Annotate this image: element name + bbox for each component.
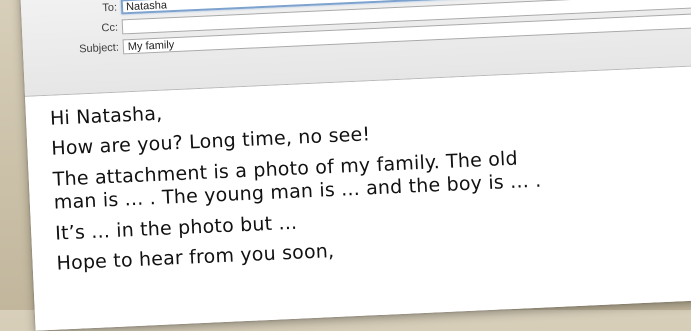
to-label: To:	[102, 1, 118, 15]
message-body[interactable]: Hi Natasha, How are you? Long time, no s…	[25, 65, 691, 331]
body-line: How are you? Long time, no see!	[50, 123, 371, 160]
body-line: Hi Natasha,	[49, 102, 163, 130]
body-line: It’s ... in the photo but ...	[54, 211, 298, 245]
email-compose-window: To: Natasha Cc: Subject: My family Hi Na…	[20, 0, 691, 331]
body-line: Hope to hear from you soon,	[56, 240, 335, 275]
cc-label: Cc:	[101, 21, 119, 35]
subject-label: Subject:	[78, 41, 120, 56]
